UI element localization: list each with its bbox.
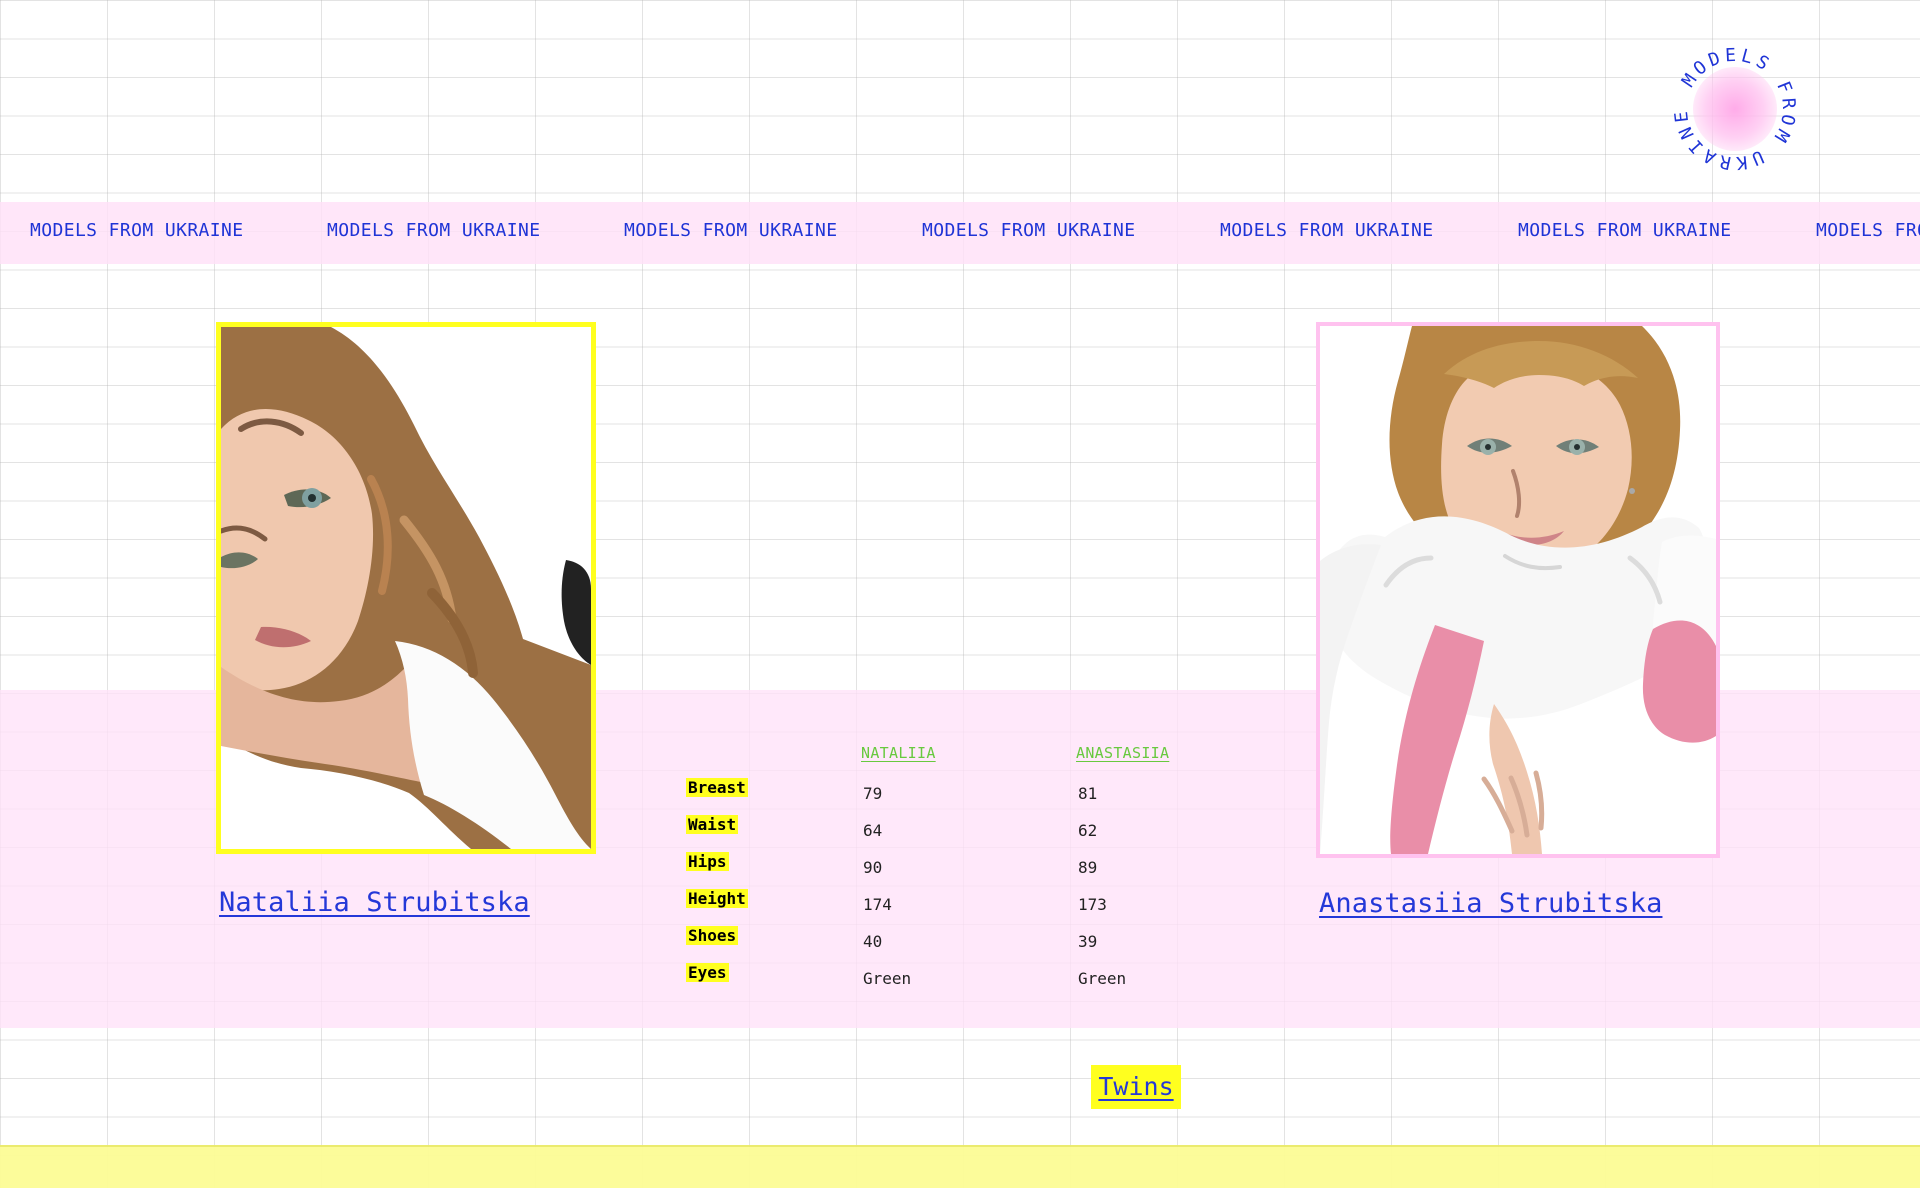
ticker-item: MODELS FROM UKRAINE xyxy=(1518,220,1732,241)
anastasiia-measurement-value: 173 xyxy=(1078,895,1107,914)
ticker-item: MODELS FROM UKRAINE xyxy=(624,220,838,241)
nataliia-measurement-value: 40 xyxy=(863,932,883,951)
nataliia-measurement-value: 174 xyxy=(863,895,892,914)
measurement-row: Breast 79 81 xyxy=(686,778,1226,806)
nataliia-measurement-value: 90 xyxy=(863,858,883,877)
measurement-label: Shoes xyxy=(686,926,739,945)
measurement-label: Breast xyxy=(686,778,748,797)
anastasiia-measurement-value: 39 xyxy=(1078,932,1098,951)
ticker-item: MODELS FROM UKRAINE xyxy=(922,220,1136,241)
measurement-row: Shoes 40 39 xyxy=(686,926,1226,954)
svg-text:MODELS FROM UKRAINE: MODELS FROM UKRAINE xyxy=(1671,45,1800,174)
measurements-table: NATALIIA ANASTASIIA Breast 79 81 Waist 6… xyxy=(686,744,1226,1004)
ticker-band: MODELS FROM UKRAINE MODELS FROM UKRAINE … xyxy=(0,202,1920,264)
anastasiia-column-header: ANASTASIIA xyxy=(1076,744,1170,762)
anastasiia-measurement-value: 81 xyxy=(1078,784,1098,803)
anastasiia-measurement-value: 89 xyxy=(1078,858,1098,877)
footer-band xyxy=(0,1145,1920,1188)
anastasiia-portrait-photo xyxy=(1320,326,1716,854)
measurement-row: Eyes Green Green xyxy=(686,963,1226,991)
measurement-row: Hips 90 89 xyxy=(686,852,1226,880)
anastasiia-photo-frame xyxy=(1316,322,1720,858)
measurement-label: Waist xyxy=(686,815,739,834)
measurement-row: Height 174 173 xyxy=(686,889,1226,917)
nataliia-column-header: NATALIIA xyxy=(861,744,936,762)
ticker-item: MODELS FROM UKRAINE xyxy=(30,220,244,241)
nataliia-measurement-value: 79 xyxy=(863,784,883,803)
ticker-track: MODELS FROM UKRAINE MODELS FROM UKRAINE … xyxy=(0,202,1920,264)
ticker-item: MODELS FROM UKRAINE xyxy=(327,220,541,241)
ticker-item: MODELS FROM UKRAINE xyxy=(1816,220,1920,241)
logo-text: MODELS FROM UKRAINE xyxy=(1671,45,1796,174)
anastasiia-measurement-value: 62 xyxy=(1078,821,1098,840)
nataliia-photo-frame xyxy=(216,322,596,854)
measurement-row: Waist 64 62 xyxy=(686,815,1226,843)
nataliia-measurement-value: 64 xyxy=(863,821,883,840)
nataliia-measurement-value: Green xyxy=(863,969,912,988)
circular-logo: MODELS FROM UKRAINE xyxy=(1668,42,1802,176)
measurement-label: Eyes xyxy=(686,963,729,982)
anastasiia-measurement-value: Green xyxy=(1078,969,1127,988)
twins-button[interactable]: Twins xyxy=(1091,1065,1181,1109)
anastasiia-profile-link[interactable]: Anastasiia Strubitska xyxy=(1319,888,1662,919)
ticker-item: MODELS FROM UKRAINE xyxy=(1220,220,1434,241)
nataliia-portrait-photo xyxy=(221,327,591,849)
nataliia-profile-link[interactable]: Nataliia Strubitska xyxy=(219,887,530,918)
measurement-label: Height xyxy=(686,889,748,908)
measurement-label: Hips xyxy=(686,852,729,871)
circular-text-logo-icon: MODELS FROM UKRAINE xyxy=(1671,45,1800,174)
